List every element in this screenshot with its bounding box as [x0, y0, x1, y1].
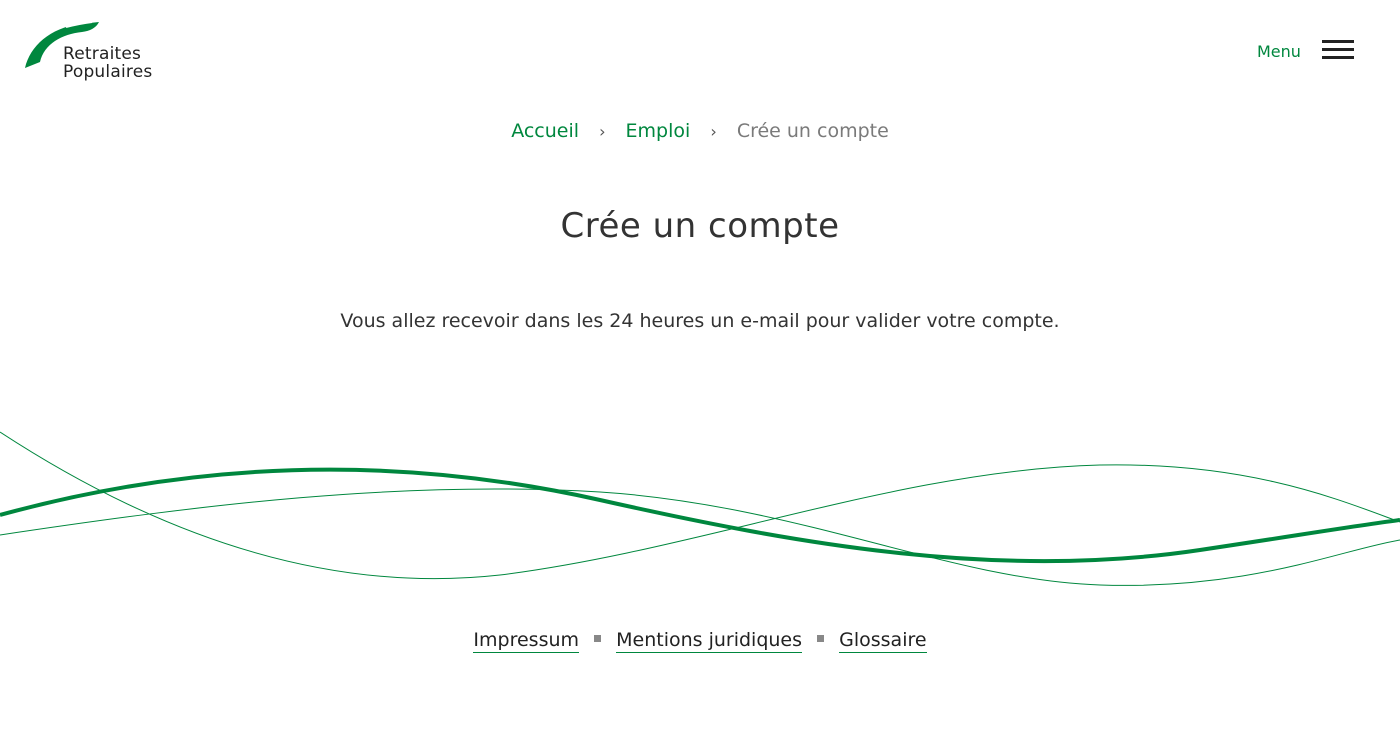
confirmation-message: Vous allez recevoir dans les 24 heures u… [340, 310, 1060, 332]
site-header: Retraites Populaires Menu [0, 0, 1400, 100]
footer-link-glossaire[interactable]: Glossaire [839, 629, 927, 653]
logo-line-1: Retraites [63, 44, 142, 64]
wave-thin-1 [0, 431, 1400, 580]
footer-links: Impressum Mentions juridiques Glossaire [0, 629, 1400, 653]
breadcrumb-emploi-link[interactable]: Emploi [626, 120, 691, 142]
footer-bullet [594, 635, 602, 642]
page-title: Crée un compte [560, 206, 840, 246]
breadcrumb-separator: › [599, 122, 606, 141]
wave-thin-2 [0, 488, 1400, 586]
wave-thick [0, 467, 1400, 564]
breadcrumb-home-link[interactable]: Accueil [511, 120, 579, 142]
breadcrumb-current: Crée un compte [736, 120, 889, 142]
logo-text: Retraites Populaires [63, 45, 152, 81]
footer-link-mentions-juridiques[interactable]: Mentions juridiques [616, 629, 803, 653]
hamburger-icon[interactable] [1322, 40, 1354, 60]
menu-label[interactable]: Menu [1257, 42, 1301, 61]
breadcrumb: Accueil › Emploi › Crée un compte [0, 120, 1400, 142]
breadcrumb-separator: › [710, 122, 717, 141]
footer-bullet [817, 635, 825, 642]
logo[interactable]: Retraites Populaires [22, 18, 182, 88]
decorative-waves [0, 431, 1400, 586]
logo-line-2: Populaires [63, 62, 153, 82]
footer-link-impressum[interactable]: Impressum [473, 629, 580, 653]
